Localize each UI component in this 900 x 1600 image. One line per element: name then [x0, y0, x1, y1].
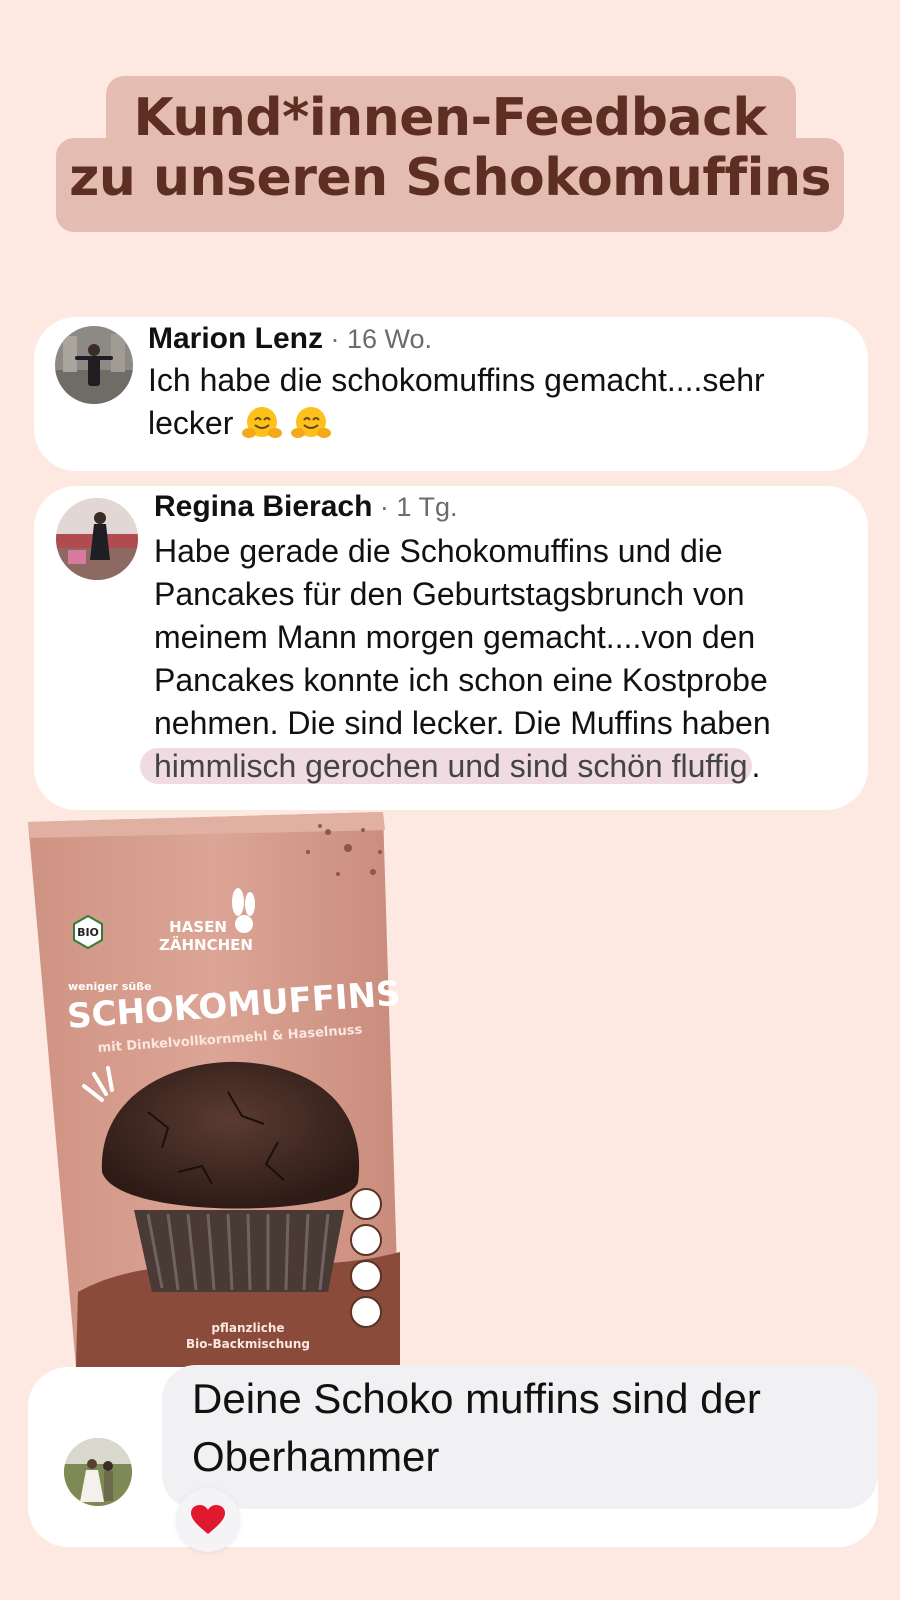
brand-line-2: ZÄHNCHEN	[159, 935, 253, 954]
comment-end: .	[751, 748, 761, 784]
page-title: Kund*innen-Feedback zu unseren Schokomuf…	[0, 88, 900, 208]
product-bottom-line-2: Bio-Backmischung	[186, 1337, 310, 1351]
author-name[interactable]: Regina Bierach	[154, 490, 372, 523]
comment-text: Deine Schoko muffins sind der Oberhammer	[192, 1370, 761, 1486]
title-line-2: zu unseren Schokomuffins	[69, 148, 831, 208]
comment-time[interactable]: · 1 Tg.	[372, 492, 458, 522]
comment-line: Deine Schoko muffins sind der	[192, 1375, 761, 1422]
comment-header: Regina Bierach · 1 Tg.	[154, 490, 457, 524]
author-name[interactable]: Marion Lenz	[148, 322, 323, 355]
comment-line: nehmen. Die sind lecker. Die Muffins hab…	[154, 705, 771, 741]
header: Kund*innen-Feedback zu unseren Schokomuf…	[0, 0, 900, 260]
comment-line: Oberhammer	[192, 1433, 440, 1480]
reaction-badge[interactable]	[176, 1488, 240, 1552]
comment-line: lecker	[148, 405, 234, 441]
comment-line: Ich habe die schokomuffins gemacht....se…	[148, 362, 765, 398]
avatar[interactable]	[55, 326, 133, 404]
heart-icon	[191, 1505, 225, 1534]
highlighted-text: himmlisch gerochen und sind schön fluffi…	[140, 748, 752, 784]
comment-time[interactable]: · 16 Wo.	[323, 324, 433, 354]
avatar[interactable]	[56, 498, 138, 580]
comment-header: Marion Lenz · 16 Wo.	[148, 322, 432, 356]
avatar[interactable]	[64, 1438, 132, 1506]
comment-text: Habe gerade die Schokomuffins und die Pa…	[140, 530, 771, 788]
brand-line-1: HASEN	[169, 918, 227, 936]
comment-line: Habe gerade die Schokomuffins und die	[154, 533, 723, 569]
bio-badge-label: BIO	[77, 926, 99, 939]
product-bottom-line-1: pflanzliche	[211, 1321, 284, 1335]
comment-card-marion: Marion Lenz · 16 Wo. Ich habe die schoko…	[34, 317, 868, 471]
comment-text: Ich habe die schokomuffins gemacht....se…	[148, 359, 765, 445]
hugging-face-emoji-icon	[242, 405, 332, 441]
title-line-1: Kund*innen-Feedback	[133, 88, 767, 148]
comment-line: Pancakes konnte ich schon eine Kostprobe	[154, 662, 768, 698]
comment-line: meinem Mann morgen gemacht....von den	[154, 619, 756, 655]
comment-line: Pancakes für den Geburtstagsbrunch von	[154, 576, 745, 612]
product-image: BIO HASEN ZÄHNCHEN weniger süße SCHOKOMU…	[28, 812, 418, 1367]
comment-card-regina: Regina Bierach · 1 Tg. Habe gerade die S…	[34, 486, 868, 810]
